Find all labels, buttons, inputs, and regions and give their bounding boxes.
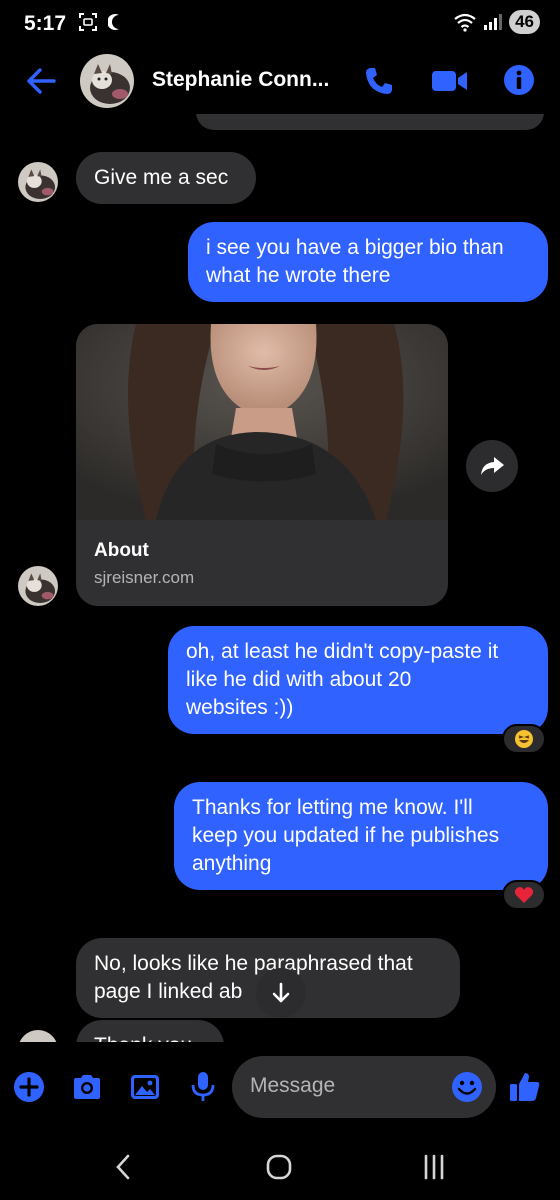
status-icons-right: 46 [453, 10, 540, 34]
wifi-icon [454, 13, 476, 32]
status-time: 5:17 [24, 12, 67, 35]
heart-emoji-icon [514, 887, 534, 903]
message-bubble-outgoing[interactable]: i see you have a bigger bio than what he… [188, 222, 548, 302]
emoji-icon [452, 1072, 482, 1102]
info-icon [504, 65, 534, 95]
nav-recents-icon [424, 1154, 444, 1180]
message-text-line: Thanks for letting me know. I'll [192, 796, 473, 819]
camera-icon [74, 1075, 100, 1099]
share-icon [481, 457, 504, 475]
avatar-cat-image [80, 54, 134, 108]
message-text-line: anything [192, 852, 272, 875]
link-preview-image [76, 324, 448, 520]
message-text: Thank you [94, 1034, 192, 1042]
back-arrow-icon [27, 68, 56, 94]
nav-home-button[interactable] [260, 1152, 300, 1182]
message-list[interactable]: Give me a sec i see you have a bigger bi… [0, 114, 560, 1042]
voice-call-button[interactable] [362, 64, 396, 98]
status-bar: 5:17 46 [0, 0, 560, 48]
message-bubble-outgoing[interactable]: oh, at least he didn't copy-paste it lik… [168, 626, 548, 734]
microphone-icon [191, 1072, 215, 1101]
link-preview-url: sjreisner.com [94, 568, 195, 587]
avatar-cat-image [18, 566, 58, 606]
screenshot-icon [79, 13, 97, 31]
message-text-line: i see you have a bigger bio than [206, 236, 504, 259]
message-input-placeholder: Message [250, 1074, 336, 1097]
contact-avatar[interactable] [80, 54, 134, 108]
system-navigation-bar [0, 1132, 560, 1200]
message-reaction[interactable] [502, 880, 546, 910]
nav-back-icon [116, 1154, 130, 1180]
emoji-button[interactable] [450, 1070, 484, 1104]
share-button[interactable] [466, 440, 518, 492]
moon-icon [108, 14, 119, 30]
video-call-button[interactable] [430, 66, 470, 96]
status-icons-left [78, 12, 122, 32]
video-camera-icon [432, 71, 467, 91]
message-text: Give me a sec [94, 166, 229, 189]
message-text-line: like he did with about 20 [186, 668, 412, 691]
camera-button[interactable] [70, 1070, 104, 1104]
message-text-line: what he wrote there [206, 264, 391, 287]
message-reaction[interactable] [502, 724, 546, 754]
gallery-button[interactable] [128, 1070, 162, 1104]
chat-header: Stephanie Conn... [0, 48, 560, 114]
previous-message-bubble [196, 114, 544, 130]
image-icon [131, 1075, 159, 1099]
message-text-line: keep you updated if he publishes [192, 824, 500, 847]
avatar-cat-image [18, 1030, 58, 1042]
thumbs-up-icon [510, 1073, 540, 1101]
message-bubble-incoming[interactable]: Give me a sec [76, 152, 256, 204]
phone-icon [366, 68, 392, 94]
message-text-line: oh, at least he didn't copy-paste it [186, 640, 499, 663]
contact-name[interactable]: Stephanie Conn... [152, 68, 329, 92]
laughing-emoji-icon [515, 730, 533, 748]
nav-recents-button[interactable] [414, 1152, 454, 1182]
nav-back-button[interactable] [104, 1152, 144, 1182]
link-preview-card[interactable]: About sjreisner.com [76, 324, 448, 606]
plus-icon [14, 1072, 44, 1102]
avatar-cat-image [18, 162, 58, 202]
nav-home-icon [266, 1154, 292, 1180]
message-text-line: websites :)) [186, 696, 294, 719]
like-button[interactable] [508, 1070, 542, 1104]
scroll-to-bottom-button[interactable] [256, 968, 306, 1018]
sender-avatar[interactable] [18, 1030, 58, 1042]
message-bubble-outgoing[interactable]: Thanks for letting me know. I'll keep yo… [174, 782, 548, 890]
sender-avatar[interactable] [18, 566, 58, 606]
battery-indicator: 46 [509, 10, 540, 34]
back-button[interactable] [24, 66, 58, 96]
sender-avatar[interactable] [18, 162, 58, 202]
signal-icon [484, 14, 503, 30]
message-bubble-incoming[interactable]: Thank you [76, 1020, 224, 1042]
link-preview-title: About [94, 540, 149, 561]
info-button[interactable] [502, 63, 536, 97]
message-composer: Message [0, 1042, 560, 1132]
voice-message-button[interactable] [186, 1070, 220, 1104]
arrow-down-icon [272, 982, 290, 1003]
more-actions-button[interactable] [12, 1070, 46, 1104]
message-input[interactable]: Message [232, 1056, 496, 1118]
